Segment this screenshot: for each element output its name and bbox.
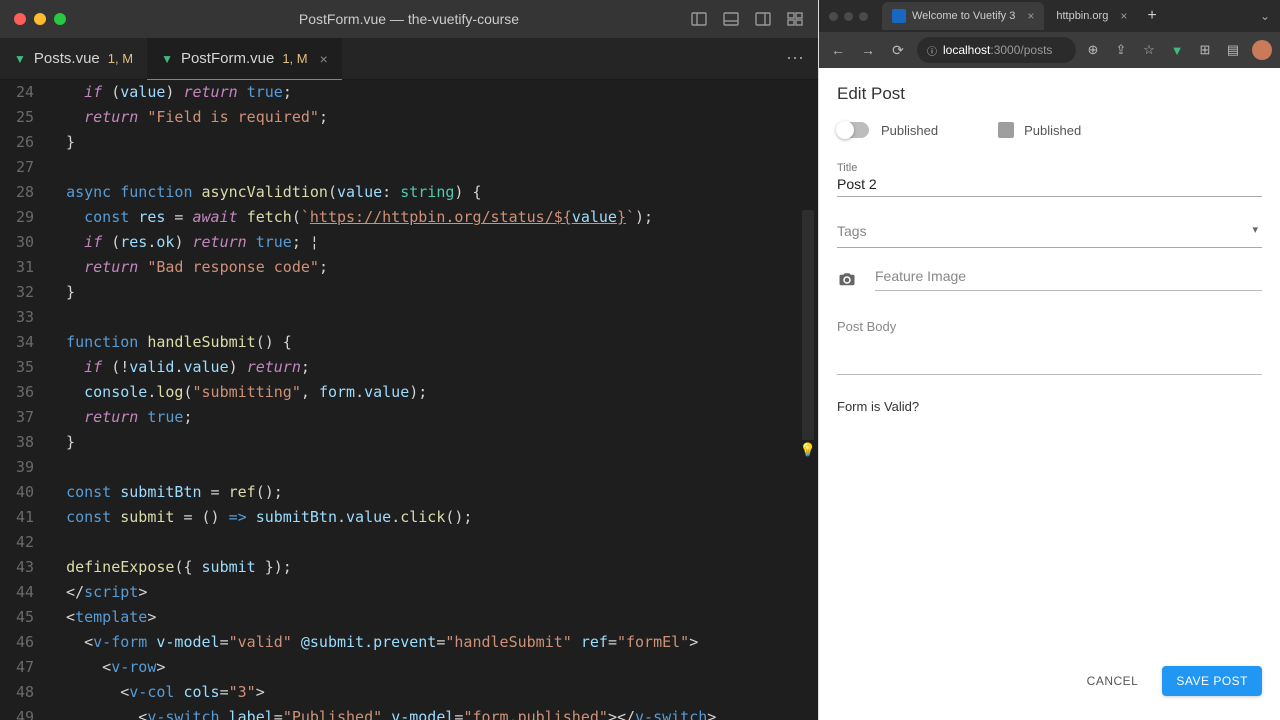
vscode-window: PostForm.vue — the-vuetify-course ▼ Post…	[0, 0, 818, 720]
browser-window: Welcome to Vuetify 3 × httpbin.org × + ⌄…	[818, 0, 1280, 720]
tab-postform[interactable]: ▼ PostForm.vue 1, M ×	[147, 38, 342, 79]
tab-badge: 1, M	[108, 51, 133, 66]
post-body-field[interactable]: Post Body	[837, 317, 1262, 375]
browser-tab-title: httpbin.org	[1056, 10, 1108, 22]
url-domain: localhost	[943, 43, 990, 57]
save-post-button[interactable]: SAVE POST	[1162, 666, 1262, 696]
code-editor[interactable]: 2425262728293031323334353637383940414243…	[0, 80, 818, 720]
checkbox-label: Published	[1024, 123, 1081, 138]
lightbulb-icon[interactable]: 💡	[800, 438, 816, 463]
tab-posts[interactable]: ▼ Posts.vue 1, M	[0, 38, 147, 79]
maximize-window-icon[interactable]	[859, 12, 868, 21]
browser-tab-vuetify[interactable]: Welcome to Vuetify 3 ×	[882, 2, 1044, 30]
switch-icon	[837, 122, 869, 138]
minimap-scrollbar[interactable]	[802, 210, 814, 440]
form-valid-text: Form is Valid?	[837, 399, 1262, 414]
tags-field[interactable]: Tags	[837, 217, 1262, 248]
field-label: Title	[837, 162, 1262, 174]
browser-traffic-lights	[829, 12, 868, 21]
maximize-window-icon[interactable]	[54, 13, 66, 25]
vue-file-icon: ▼	[161, 52, 173, 66]
share-icon[interactable]: ⇪	[1112, 41, 1130, 59]
field-value: Post 2	[837, 174, 1262, 194]
new-tab-button[interactable]: +	[1139, 7, 1164, 25]
browser-tab-httpbin[interactable]: httpbin.org ×	[1046, 2, 1137, 30]
reading-list-icon[interactable]: ▤	[1224, 41, 1242, 59]
close-window-icon[interactable]	[829, 12, 838, 21]
feature-image-row: Feature Image	[837, 268, 1262, 291]
extension-vue-icon[interactable]: ▼	[1168, 41, 1186, 59]
vue-file-icon: ▼	[14, 52, 26, 66]
profile-avatar[interactable]	[1252, 40, 1272, 60]
tab-label: PostForm.vue	[181, 50, 274, 67]
close-window-icon[interactable]	[14, 13, 26, 25]
minimize-window-icon[interactable]	[34, 13, 46, 25]
panel-right-icon[interactable]	[754, 10, 772, 28]
close-tab-icon[interactable]: ×	[1120, 9, 1127, 23]
tab-label: Posts.vue	[34, 50, 100, 67]
panel-bottom-icon[interactable]	[722, 10, 740, 28]
checkbox-icon	[998, 122, 1014, 138]
window-title: PostForm.vue — the-vuetify-course	[299, 11, 519, 27]
browser-tab-title: Welcome to Vuetify 3	[912, 10, 1015, 22]
form-actions: CANCEL SAVE POST	[837, 666, 1262, 704]
browser-navbar: ← → ⟳ ⓘ localhost:3000/posts ⊕ ⇪ ☆ ▼ ⊞ ▤	[819, 32, 1280, 68]
minimize-window-icon[interactable]	[844, 12, 853, 21]
tab-overflow-icon[interactable]: ⋯	[786, 38, 818, 79]
layout-grid-icon[interactable]	[786, 10, 804, 28]
camera-icon	[837, 271, 857, 289]
layout-controls	[690, 10, 818, 28]
tab-bar: ▼ Posts.vue 1, M ▼ PostForm.vue 1, M × ⋯	[0, 38, 818, 80]
cancel-button[interactable]: CANCEL	[1073, 666, 1153, 696]
page-heading: Edit Post	[837, 84, 1262, 104]
page-content: Edit Post Published Published Title Post…	[819, 68, 1280, 720]
titlebar: PostForm.vue — the-vuetify-course	[0, 0, 818, 38]
field-label: Tags	[837, 217, 1262, 245]
url-path: /posts	[1020, 43, 1052, 57]
published-checkbox[interactable]: Published	[998, 122, 1081, 138]
published-row: Published Published	[837, 122, 1262, 138]
forward-button[interactable]: →	[857, 39, 879, 61]
back-button[interactable]: ←	[827, 39, 849, 61]
published-switch[interactable]: Published	[837, 122, 938, 138]
bookmark-icon[interactable]: ☆	[1140, 41, 1158, 59]
feature-image-field[interactable]: Feature Image	[875, 268, 1262, 291]
code-content[interactable]: if (value) return true; return "Field is…	[48, 80, 818, 720]
favicon-icon	[892, 9, 906, 23]
traffic-lights	[0, 13, 66, 25]
panel-left-icon[interactable]	[690, 10, 708, 28]
address-bar[interactable]: ⓘ localhost:3000/posts	[917, 37, 1076, 63]
line-number-gutter: 2425262728293031323334353637383940414243…	[0, 80, 48, 720]
title-field[interactable]: Title Post 2	[837, 162, 1262, 197]
tab-badge: 1, M	[282, 51, 307, 66]
close-tab-icon[interactable]: ×	[1027, 9, 1034, 23]
url-port: :3000	[990, 43, 1020, 57]
reload-button[interactable]: ⟳	[887, 39, 909, 61]
site-info-icon[interactable]: ⓘ	[927, 43, 937, 58]
browser-tab-strip: Welcome to Vuetify 3 × httpbin.org × + ⌄	[819, 0, 1280, 32]
translate-icon[interactable]: ⊕	[1084, 41, 1102, 59]
tab-overflow-icon[interactable]: ⌄	[1260, 9, 1280, 23]
switch-label: Published	[881, 123, 938, 138]
extensions-icon[interactable]: ⊞	[1196, 41, 1214, 59]
close-tab-icon[interactable]: ×	[320, 51, 328, 67]
